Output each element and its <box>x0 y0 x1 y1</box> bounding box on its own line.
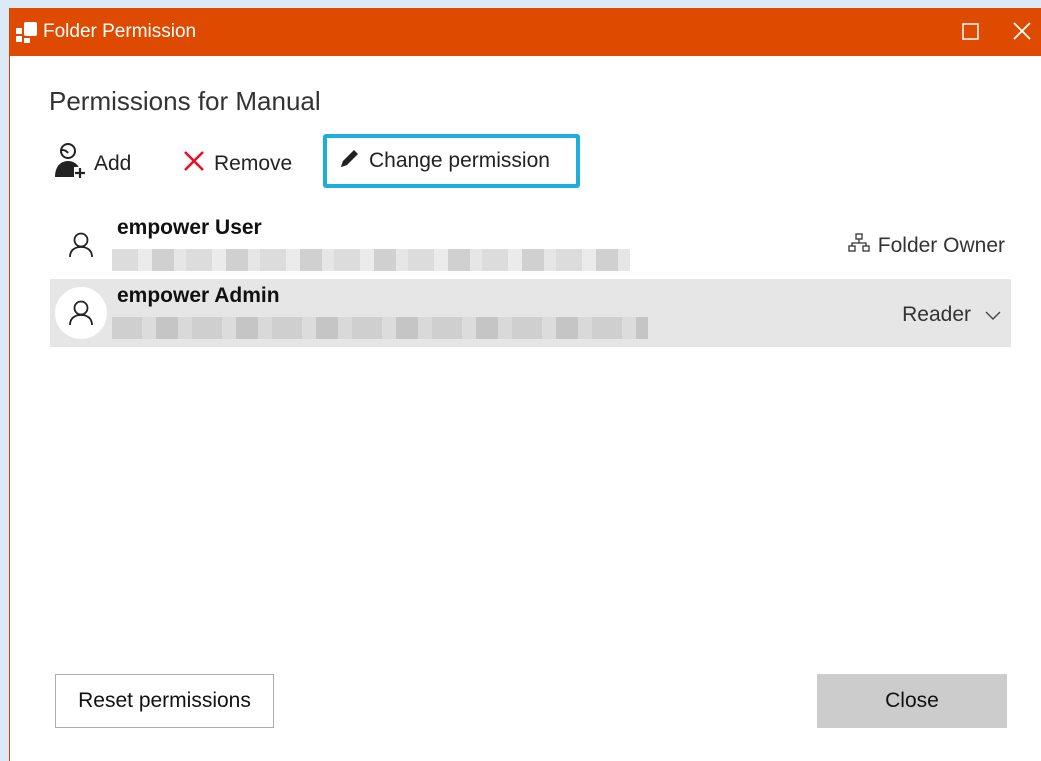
app-logo-icon <box>16 22 38 44</box>
user-name: empower Admin <box>117 284 280 307</box>
user-icon <box>69 232 93 258</box>
redacted-email <box>112 317 648 339</box>
avatar <box>55 287 107 339</box>
redacted-email <box>112 249 630 271</box>
user-row-empower-admin[interactable]: empower Admin Reader <box>50 279 1011 347</box>
window-title: Folder Permission <box>43 21 197 42</box>
add-user-icon <box>54 143 86 185</box>
role-label-folder-owner: Folder Owner <box>848 233 1005 259</box>
change-permission-label: Change permission <box>369 149 550 172</box>
role-dropdown-value: Reader <box>902 303 971 326</box>
user-row-empower-user[interactable]: empower User Folder Owner <box>50 211 1011 279</box>
role-text: Folder Owner <box>877 234 1005 257</box>
add-button-label: Add <box>94 152 132 175</box>
role-dropdown[interactable]: Reader <box>902 303 1001 327</box>
maximize-icon[interactable] <box>962 23 979 40</box>
hierarchy-icon <box>848 233 870 259</box>
close-button[interactable]: Close <box>817 674 1007 728</box>
chevron-down-icon <box>985 303 1001 327</box>
close-icon[interactable] <box>1011 20 1033 42</box>
folder-permission-window: Folder Permission Permissions for Manual… <box>9 8 1041 761</box>
remove-button-label: Remove <box>214 152 293 175</box>
user-name: empower User <box>117 216 262 239</box>
page-title: Permissions for Manual <box>49 86 321 116</box>
change-permission-button[interactable]: Change permission <box>323 134 580 188</box>
remove-button[interactable]: Remove <box>182 146 292 182</box>
reset-permissions-button[interactable]: Reset permissions <box>55 674 274 728</box>
add-button[interactable]: Add <box>54 143 132 185</box>
avatar <box>55 219 107 271</box>
remove-x-icon <box>182 149 206 179</box>
title-bar: Folder Permission <box>10 8 1041 56</box>
user-icon <box>69 300 93 326</box>
pencil-icon <box>339 147 361 175</box>
